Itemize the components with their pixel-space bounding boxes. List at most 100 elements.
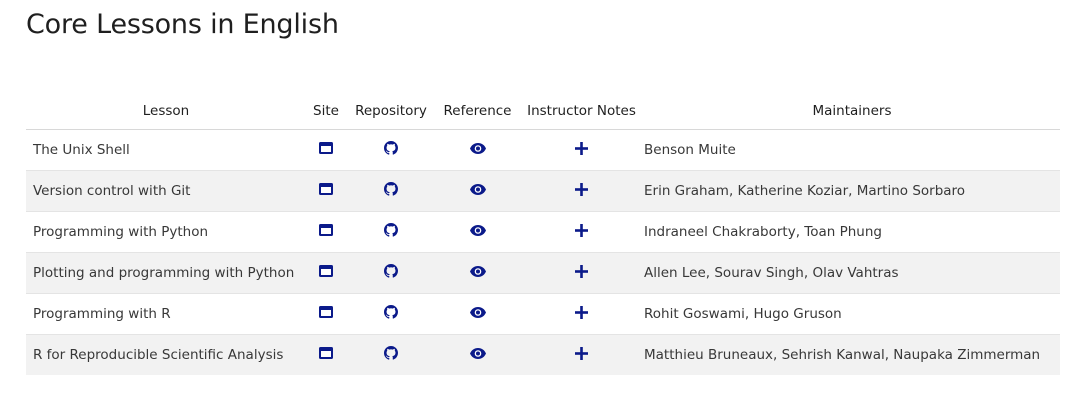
repository-cell <box>346 252 436 294</box>
header-repository: Repository <box>346 93 436 130</box>
github-icon <box>384 305 398 319</box>
window-icon <box>319 265 333 277</box>
reference-link[interactable] <box>469 225 486 236</box>
header-reference: Reference <box>436 93 519 130</box>
site-link[interactable] <box>319 306 333 318</box>
site-cell <box>306 170 346 212</box>
instructor-notes-link[interactable] <box>575 264 588 278</box>
repository-cell <box>346 170 436 212</box>
plus-icon <box>575 223 588 237</box>
instructor-notes-cell <box>519 293 644 335</box>
eye-icon <box>469 225 486 236</box>
instructor-notes-cell <box>519 334 644 375</box>
github-icon <box>384 182 398 196</box>
page-title: Core Lessons in English <box>26 9 339 40</box>
site-cell <box>306 252 346 294</box>
repository-cell <box>346 293 436 335</box>
plus-icon <box>575 346 588 360</box>
window-icon <box>319 183 333 195</box>
reference-cell <box>436 252 519 294</box>
github-icon <box>384 223 398 237</box>
site-link[interactable] <box>319 183 333 195</box>
table-row: Plotting and programming with Python All… <box>26 252 1060 294</box>
reference-cell <box>436 129 519 171</box>
site-cell <box>306 129 346 171</box>
repository-link[interactable] <box>384 223 398 237</box>
plus-icon <box>575 264 588 278</box>
lesson-name: The Unix Shell <box>26 129 306 171</box>
site-link[interactable] <box>319 142 333 154</box>
maintainers: Benson Muite <box>644 129 1060 171</box>
plus-icon <box>575 182 588 196</box>
github-icon <box>384 264 398 278</box>
github-icon <box>384 346 398 360</box>
maintainers: Indraneel Chakraborty, Toan Phung <box>644 211 1060 253</box>
header-site: Site <box>306 93 346 130</box>
window-icon <box>319 347 333 359</box>
header-instructor-notes: Instructor Notes <box>519 93 644 130</box>
site-link[interactable] <box>319 224 333 236</box>
reference-link[interactable] <box>469 348 486 359</box>
instructor-notes-cell <box>519 129 644 171</box>
reference-cell <box>436 211 519 253</box>
eye-icon <box>469 143 486 154</box>
site-cell <box>306 293 346 335</box>
repository-link[interactable] <box>384 141 398 155</box>
reference-cell <box>436 170 519 212</box>
repository-link[interactable] <box>384 346 398 360</box>
plus-icon <box>575 141 588 155</box>
repository-cell <box>346 334 436 375</box>
site-link[interactable] <box>319 265 333 277</box>
site-cell <box>306 334 346 375</box>
table-row: Programming with Python Indraneel Chakra… <box>26 211 1060 253</box>
eye-icon <box>469 184 486 195</box>
header-maintainers: Maintainers <box>644 93 1060 130</box>
repository-cell <box>346 211 436 253</box>
window-icon <box>319 306 333 318</box>
instructor-notes-link[interactable] <box>575 346 588 360</box>
maintainers: Allen Lee, Sourav Singh, Olav Vahtras <box>644 252 1060 294</box>
table-body: The Unix Shell Benson Muite Version cont… <box>26 129 1060 375</box>
instructor-notes-cell <box>519 211 644 253</box>
reference-link[interactable] <box>469 184 486 195</box>
lessons-table: Lesson Site Repository Reference Instruc… <box>26 93 1060 375</box>
reference-cell <box>436 293 519 335</box>
table-row: The Unix Shell Benson Muite <box>26 129 1060 171</box>
lesson-name: Plotting and programming with Python <box>26 252 306 294</box>
header-lesson: Lesson <box>26 93 306 130</box>
reference-link[interactable] <box>469 143 486 154</box>
maintainers: Erin Graham, Katherine Koziar, Martino S… <box>644 170 1060 212</box>
repository-cell <box>346 129 436 171</box>
instructor-notes-cell <box>519 252 644 294</box>
table-row: Version control with Git Erin Graham, Ka… <box>26 170 1060 212</box>
site-cell <box>306 211 346 253</box>
instructor-notes-link[interactable] <box>575 182 588 196</box>
maintainers: Rohit Goswami, Hugo Gruson <box>644 293 1060 335</box>
lesson-name: Programming with R <box>26 293 306 335</box>
lesson-name: Version control with Git <box>26 170 306 212</box>
eye-icon <box>469 307 486 318</box>
repository-link[interactable] <box>384 264 398 278</box>
table-row: R for Reproducible Scientific Analysis M… <box>26 334 1060 375</box>
eye-icon <box>469 348 486 359</box>
instructor-notes-link[interactable] <box>575 141 588 155</box>
lesson-name: R for Reproducible Scientific Analysis <box>26 334 306 375</box>
site-link[interactable] <box>319 347 333 359</box>
window-icon <box>319 142 333 154</box>
instructor-notes-link[interactable] <box>575 223 588 237</box>
table-row: Programming with R Rohit Goswami, Hugo G… <box>26 293 1060 335</box>
repository-link[interactable] <box>384 182 398 196</box>
reference-link[interactable] <box>469 307 486 318</box>
reference-cell <box>436 334 519 375</box>
reference-link[interactable] <box>469 266 486 277</box>
instructor-notes-link[interactable] <box>575 305 588 319</box>
page: Core Lessons in English Lesson Site Repo… <box>0 0 1075 405</box>
lesson-name: Programming with Python <box>26 211 306 253</box>
plus-icon <box>575 305 588 319</box>
eye-icon <box>469 266 486 277</box>
window-icon <box>319 224 333 236</box>
github-icon <box>384 141 398 155</box>
maintainers: Matthieu Bruneaux, Sehrish Kanwal, Naupa… <box>644 334 1060 375</box>
repository-link[interactable] <box>384 305 398 319</box>
instructor-notes-cell <box>519 170 644 212</box>
